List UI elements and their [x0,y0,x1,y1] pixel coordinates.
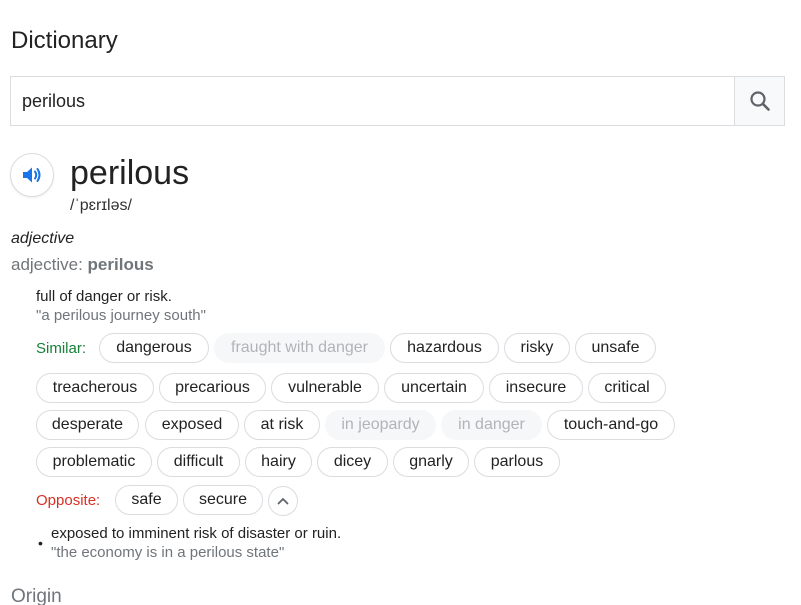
headword: perilous [70,154,190,192]
opposite-chip[interactable]: secure [183,485,263,515]
chevron-up-icon [277,498,289,505]
example-2: "the economy is in a perilous state" [51,544,285,561]
word-forms: adjective: perilous [11,255,154,275]
similar-label: Similar: [36,340,87,357]
similar-chip[interactable]: at risk [244,410,320,440]
similar-chip[interactable]: precarious [159,373,266,403]
similar-chip[interactable]: vulnerable [271,373,379,403]
search-input[interactable] [11,77,734,125]
collapse-synonyms-button[interactable] [268,486,298,516]
similar-chip[interactable]: in jeopardy [325,410,436,440]
example-1: "a perilous journey south" [36,307,206,324]
search-bar [10,76,785,126]
similar-chip[interactable]: treacherous [36,373,154,403]
similar-chip[interactable]: exposed [145,410,239,440]
similar-chip[interactable]: risky [504,333,570,363]
origin-heading[interactable]: Origin [11,586,62,605]
similar-chip[interactable]: touch-and-go [547,410,675,440]
similar-chip[interactable]: insecure [489,373,583,403]
definition-2: exposed to imminent risk of disaster or … [51,525,342,542]
search-icon [749,91,770,111]
similar-chip[interactable]: hazardous [390,333,499,363]
forms-label: adjective: [11,255,88,274]
similar-chip[interactable]: dicey [317,447,388,477]
part-of-speech: adjective [11,230,75,247]
search-button[interactable] [734,77,784,125]
similar-chip[interactable]: difficult [157,447,240,477]
speaker-icon [23,167,41,183]
similar-chip[interactable]: gnarly [393,447,469,477]
bullet-point: • [38,535,43,551]
similar-chip[interactable]: critical [588,373,666,403]
definition-1: full of danger or risk. [36,288,172,305]
similar-chip[interactable]: uncertain [384,373,484,403]
similar-chip[interactable]: unsafe [575,333,656,363]
similar-chip[interactable]: problematic [36,447,152,477]
forms-word: perilous [87,255,154,274]
similar-chip[interactable]: dangerous [99,333,209,363]
similar-chip[interactable]: fraught with danger [214,333,385,363]
opposite-label: Opposite: [36,492,101,509]
similar-chip[interactable]: desperate [36,410,139,440]
phonetic-spelling: /ˈpɛrɪləs/ [70,197,132,214]
similar-chip[interactable]: in danger [441,410,542,440]
similar-chip[interactable]: hairy [245,447,312,477]
pronunciation-button[interactable] [10,153,54,197]
similar-chip[interactable]: parlous [474,447,560,477]
page-title: Dictionary [11,27,118,54]
opposite-chip[interactable]: safe [115,485,178,515]
